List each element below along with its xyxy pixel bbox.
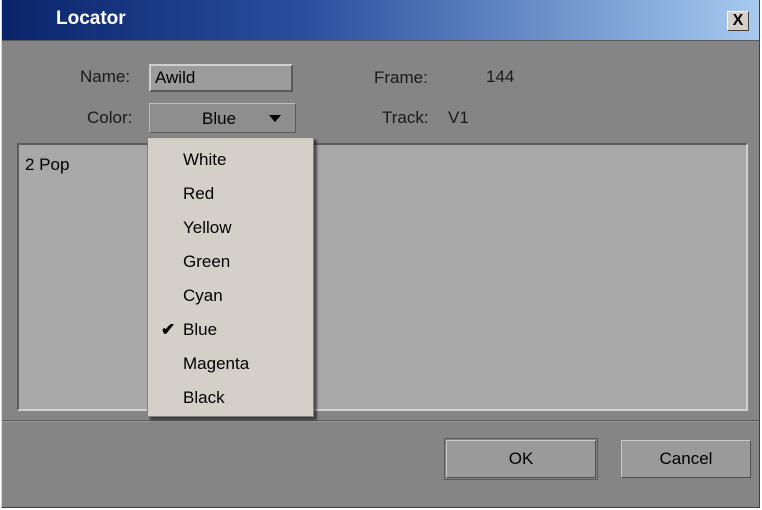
chevron-down-icon: [269, 115, 281, 122]
color-option-red[interactable]: Red: [148, 176, 313, 210]
color-option-label: Blue: [183, 320, 218, 339]
color-option-label: Yellow: [183, 218, 232, 237]
window-title: Locator: [56, 8, 126, 29]
color-select-value: Blue: [202, 109, 237, 128]
cancel-button[interactable]: Cancel: [621, 440, 751, 478]
color-option-blue[interactable]: ✔ Blue: [148, 312, 313, 346]
color-select[interactable]: Blue: [149, 103, 296, 133]
comment-text: 2 Pop: [25, 155, 70, 174]
frame-label: Frame:: [374, 68, 428, 87]
color-option-label: Green: [183, 252, 231, 271]
track-value: V1: [448, 108, 469, 127]
color-option-magenta[interactable]: Magenta: [148, 346, 313, 380]
color-option-label: Red: [183, 184, 215, 203]
ok-button[interactable]: OK: [444, 438, 598, 480]
title-bar[interactable]: Locator X: [2, 0, 759, 41]
check-icon: ✔: [161, 320, 176, 339]
divider: [2, 420, 759, 422]
track-label: Track:: [382, 108, 429, 127]
color-label: Color:: [87, 108, 133, 127]
color-option-cyan[interactable]: Cyan: [148, 278, 313, 312]
name-input[interactable]: [149, 64, 293, 92]
name-label: Name:: [80, 67, 131, 86]
color-option-yellow[interactable]: Yellow: [148, 210, 313, 244]
color-option-label: Cyan: [183, 286, 223, 305]
color-option-green[interactable]: Green: [148, 244, 313, 278]
color-option-label: Black: [183, 388, 225, 407]
close-icon: X: [732, 12, 744, 29]
frame-value: 144: [486, 67, 515, 86]
color-option-label: White: [183, 150, 227, 169]
comment-textarea[interactable]: 2 Pop: [17, 143, 748, 411]
color-option-label: Magenta: [183, 354, 250, 373]
color-dropdown-menu: White Red Yellow Green Cyan ✔ Blue Magen…: [147, 137, 314, 417]
color-option-white[interactable]: White: [148, 142, 313, 176]
close-button[interactable]: X: [727, 11, 749, 31]
color-option-black[interactable]: Black: [148, 380, 313, 414]
locator-dialog: Locator X Name: Color: Blue Frame: 144 T…: [1, 0, 760, 508]
